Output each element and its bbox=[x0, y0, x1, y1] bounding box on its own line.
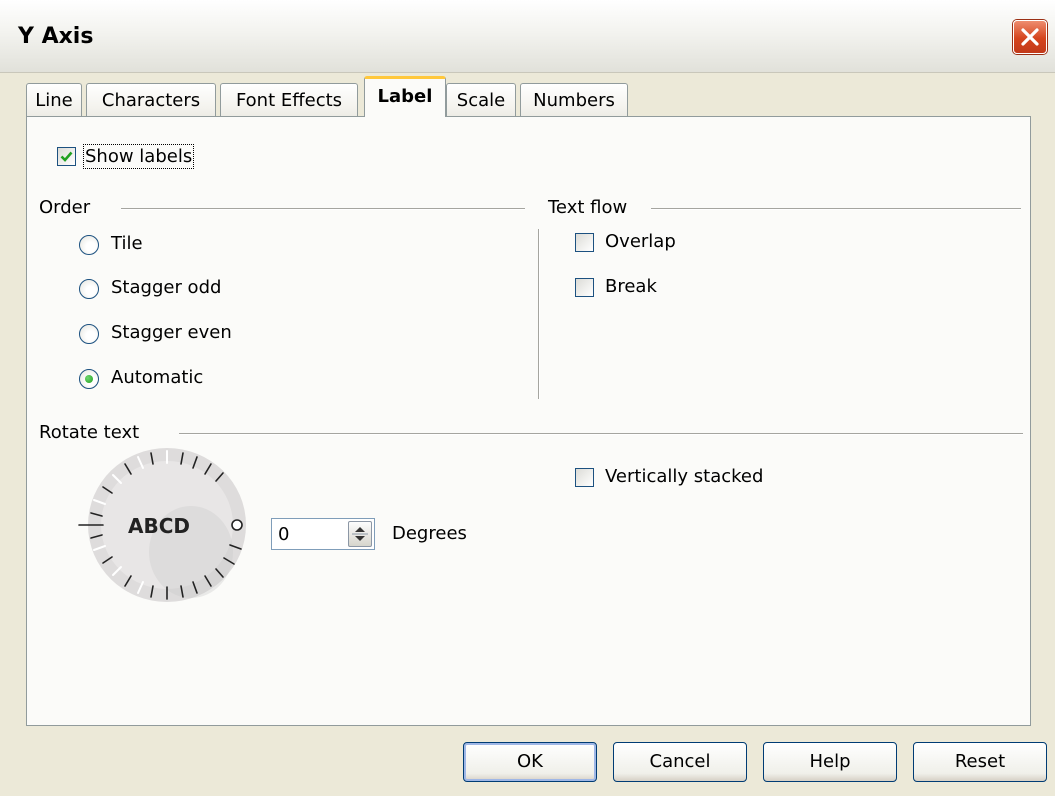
dialog-title: Y Axis bbox=[18, 24, 94, 49]
vertically-stacked-label[interactable]: Vertically stacked bbox=[605, 466, 763, 487]
text-flow-separator bbox=[651, 208, 1021, 210]
order-separator bbox=[121, 208, 525, 210]
break-checkbox[interactable] bbox=[575, 278, 594, 297]
tab-scale[interactable]: Scale bbox=[446, 83, 516, 117]
radio-stagger-even[interactable] bbox=[79, 324, 99, 344]
overlap-checkbox[interactable] bbox=[575, 233, 594, 252]
close-button[interactable] bbox=[1013, 20, 1047, 54]
cancel-button[interactable]: Cancel bbox=[613, 742, 747, 782]
checkmark-icon bbox=[60, 151, 73, 162]
rotate-text-separator bbox=[179, 433, 1023, 435]
dial-preview-text: ABCD bbox=[128, 514, 190, 538]
tab-characters[interactable]: Characters bbox=[86, 83, 216, 117]
show-labels-checkbox[interactable] bbox=[57, 147, 76, 166]
degrees-label: Degrees bbox=[392, 523, 467, 544]
radio-tile[interactable] bbox=[79, 235, 99, 255]
show-labels-label[interactable]: Show labels bbox=[82, 144, 195, 169]
overlap-label[interactable]: Overlap bbox=[605, 231, 676, 252]
ok-button[interactable]: OK bbox=[463, 742, 597, 782]
close-icon bbox=[1021, 28, 1039, 46]
tab-label[interactable]: Label bbox=[364, 76, 446, 117]
break-label[interactable]: Break bbox=[605, 276, 657, 297]
rotation-dial-graphic: ABCD bbox=[78, 448, 246, 602]
degrees-spin-buttons[interactable] bbox=[348, 521, 372, 547]
help-button[interactable]: Help bbox=[763, 742, 897, 782]
order-heading: Order bbox=[39, 197, 91, 218]
rotate-text-heading: Rotate text bbox=[39, 422, 140, 443]
tab-numbers[interactable]: Numbers bbox=[520, 83, 628, 117]
radio-tile-label[interactable]: Tile bbox=[111, 233, 143, 254]
radio-stagger-odd-label[interactable]: Stagger odd bbox=[111, 277, 221, 298]
tab-font-effects[interactable]: Font Effects bbox=[220, 83, 358, 117]
title-bar: Y Axis bbox=[0, 0, 1055, 73]
degrees-spinbox[interactable] bbox=[271, 518, 375, 550]
radio-automatic[interactable] bbox=[79, 369, 99, 389]
label-tab-panel: Show labels Order Tile Stagger odd Stagg… bbox=[26, 116, 1031, 726]
radio-stagger-odd[interactable] bbox=[79, 279, 99, 299]
spin-arrows-icon bbox=[352, 527, 368, 541]
group-divider bbox=[538, 229, 540, 399]
tab-strip: Line Characters Font Effects Label Scale… bbox=[26, 76, 1026, 117]
reset-button[interactable]: Reset bbox=[913, 742, 1047, 782]
degrees-input[interactable] bbox=[278, 523, 338, 545]
radio-automatic-label[interactable]: Automatic bbox=[111, 367, 203, 388]
tab-line[interactable]: Line bbox=[26, 83, 82, 117]
vertically-stacked-checkbox[interactable] bbox=[575, 468, 594, 487]
radio-selected-dot bbox=[85, 375, 93, 383]
rotation-dial[interactable]: ABCD bbox=[73, 447, 253, 608]
text-flow-heading: Text flow bbox=[548, 197, 628, 218]
radio-stagger-even-label[interactable]: Stagger even bbox=[111, 322, 232, 343]
